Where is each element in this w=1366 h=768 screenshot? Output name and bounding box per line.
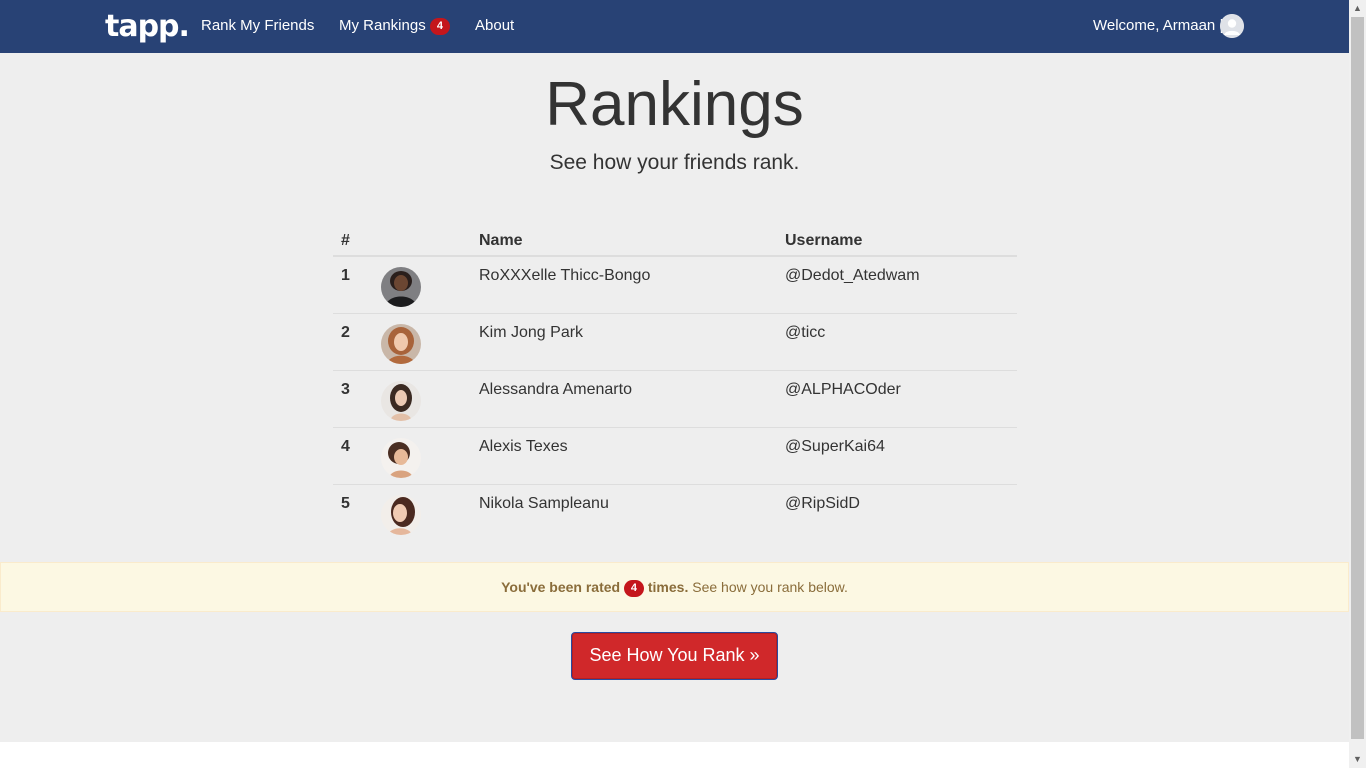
rank-number: 2 [333, 312, 373, 370]
page-subtitle: See how your friends rank. [549, 151, 800, 174]
col-header-rank: # [333, 221, 373, 257]
rank-number: 4 [333, 426, 373, 484]
friend-name: Nikola Sampleanu [471, 483, 777, 541]
friend-username: @Dedot_Atedwam [785, 267, 920, 284]
col-header-photo [373, 221, 471, 257]
top-navbar: tapp. Rank My Friends My Rankings 4 Abou… [0, 0, 1349, 53]
rated-count-badge: 4 [623, 580, 644, 597]
friend-username: @SuperKai64 [777, 426, 1017, 484]
col-header-username: Username [777, 221, 1017, 257]
friend-name: Kim Jong Park [471, 312, 777, 370]
friend-username: @RipSidD [777, 483, 1017, 541]
see-how-you-rank-button[interactable]: See How You Rank » [571, 632, 778, 680]
rating-alert: You've been rated 4 times. See how you r… [0, 562, 1349, 612]
nav-my-rankings[interactable]: My Rankings 4 [339, 17, 450, 35]
table-row[interactable]: 5 Nikola Sampleanu @RipSidD [333, 483, 1017, 541]
col-header-name: Name [471, 221, 777, 257]
friend-avatar [381, 380, 421, 421]
table-row[interactable]: 4 Alexis Texes @SuperKai64 [333, 426, 1017, 484]
alert-prefix: You've been rated [501, 579, 621, 595]
friend-username: @ticc [777, 312, 1017, 370]
brand-logo[interactable]: tapp. [105, 9, 190, 44]
scroll-up-arrow-icon[interactable]: ▲ [1349, 0, 1366, 17]
nav-rank-my-friends[interactable]: Rank My Friends [201, 17, 314, 34]
main-content: Rankings See how your friends rank. # Na… [0, 53, 1349, 742]
friend-avatar [381, 494, 421, 535]
friend-username: @ALPHACOder [777, 369, 1017, 427]
table-row[interactable]: 1 RoXXXelle Thicc-Bongo @Dedot_Atedwam [333, 256, 1017, 313]
rank-number: 1 [341, 267, 350, 284]
scroll-down-arrow-icon[interactable]: ▼ [1349, 751, 1366, 768]
rank-number: 3 [333, 369, 373, 427]
table-row[interactable]: 3 Alessandra Amenarto @ALPHACOder [333, 369, 1017, 427]
page-title: Rankings [545, 70, 804, 139]
vertical-scrollbar[interactable]: ▲ ▼ [1349, 0, 1366, 768]
rankings-count-badge: 4 [429, 18, 450, 35]
friend-name: Alexis Texes [471, 426, 777, 484]
page: tapp. Rank My Friends My Rankings 4 Abou… [0, 0, 1366, 768]
friend-avatar [381, 437, 421, 478]
alert-rest: See how you rank below. [692, 579, 848, 595]
scroll-thumb[interactable] [1351, 17, 1364, 739]
nav-about[interactable]: About [475, 17, 514, 34]
friend-avatar [381, 267, 421, 307]
rankings-table: # Name Username 1 RoXXXelle Thicc-Bongo … [333, 221, 1017, 541]
welcome-text: Welcome, Armaan | [1093, 17, 1224, 34]
user-avatar-icon[interactable] [1220, 14, 1244, 38]
friend-name: Alessandra Amenarto [471, 369, 777, 427]
friend-avatar [381, 323, 421, 364]
friend-name: RoXXXelle Thicc-Bongo [479, 267, 651, 284]
alert-suffix: times. [647, 579, 689, 595]
rank-number: 5 [333, 483, 373, 541]
table-row[interactable]: 2 Kim Jong Park @ticc [333, 312, 1017, 370]
nav-my-rankings-label: My Rankings [339, 17, 426, 34]
table-header-row: # Name Username [333, 221, 1017, 257]
